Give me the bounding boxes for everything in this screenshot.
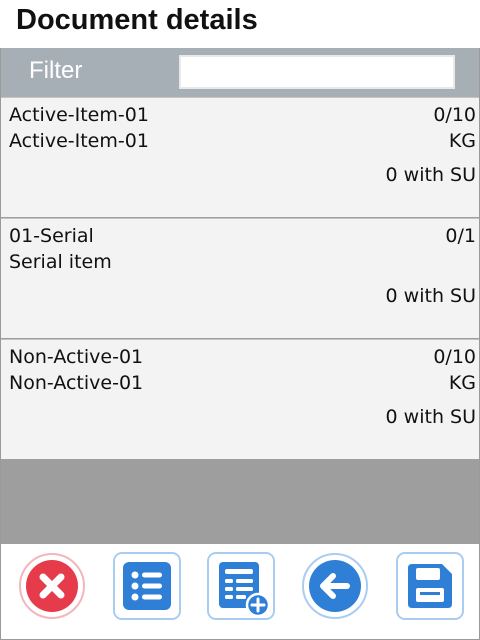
item-quantity: 0/10 [433,104,476,126]
item-unit: KG [448,372,476,394]
list-item[interactable]: 01-Serial 0/1 Serial item 0 with SU [1,218,479,338]
item-list[interactable]: Active-Item-01 0/10 Active-Item-01 KG 0 … [1,97,479,544]
back-button[interactable] [301,552,369,620]
close-icon [19,553,85,619]
item-description: Active-Item-01 [9,130,149,152]
item-su-count: 0 with SU [385,285,476,307]
item-code: 01-Serial [9,225,94,247]
document-add-icon [207,552,275,620]
filter-input[interactable] [179,55,455,89]
item-quantity: 0/10 [433,346,476,368]
cancel-button[interactable] [18,552,86,620]
item-description: Non-Active-01 [9,372,144,394]
item-su-count: 0 with SU [385,164,476,186]
item-code: Active-Item-01 [9,104,149,126]
page-title: Document details [16,4,258,36]
item-code: Non-Active-01 [9,346,144,368]
list-icon [113,552,181,620]
filter-bar: Filter [1,48,479,97]
filter-label: Filter [29,57,83,84]
item-description: Serial item [9,251,112,273]
list-item[interactable]: Non-Active-01 0/10 Non-Active-01 KG 0 wi… [1,339,479,459]
item-su-count: 0 with SU [385,406,476,428]
list-button[interactable] [113,552,181,620]
header: Document details [0,0,480,48]
item-unit: KG [448,130,476,152]
add-document-button[interactable] [207,552,275,620]
list-item[interactable]: Active-Item-01 0/10 Active-Item-01 KG 0 … [1,97,479,217]
item-quantity: 0/1 [445,225,476,247]
bottom-toolbar [1,544,479,639]
save-button[interactable] [396,552,464,620]
floppy-disk-icon [396,552,464,620]
arrow-left-icon [302,553,368,619]
